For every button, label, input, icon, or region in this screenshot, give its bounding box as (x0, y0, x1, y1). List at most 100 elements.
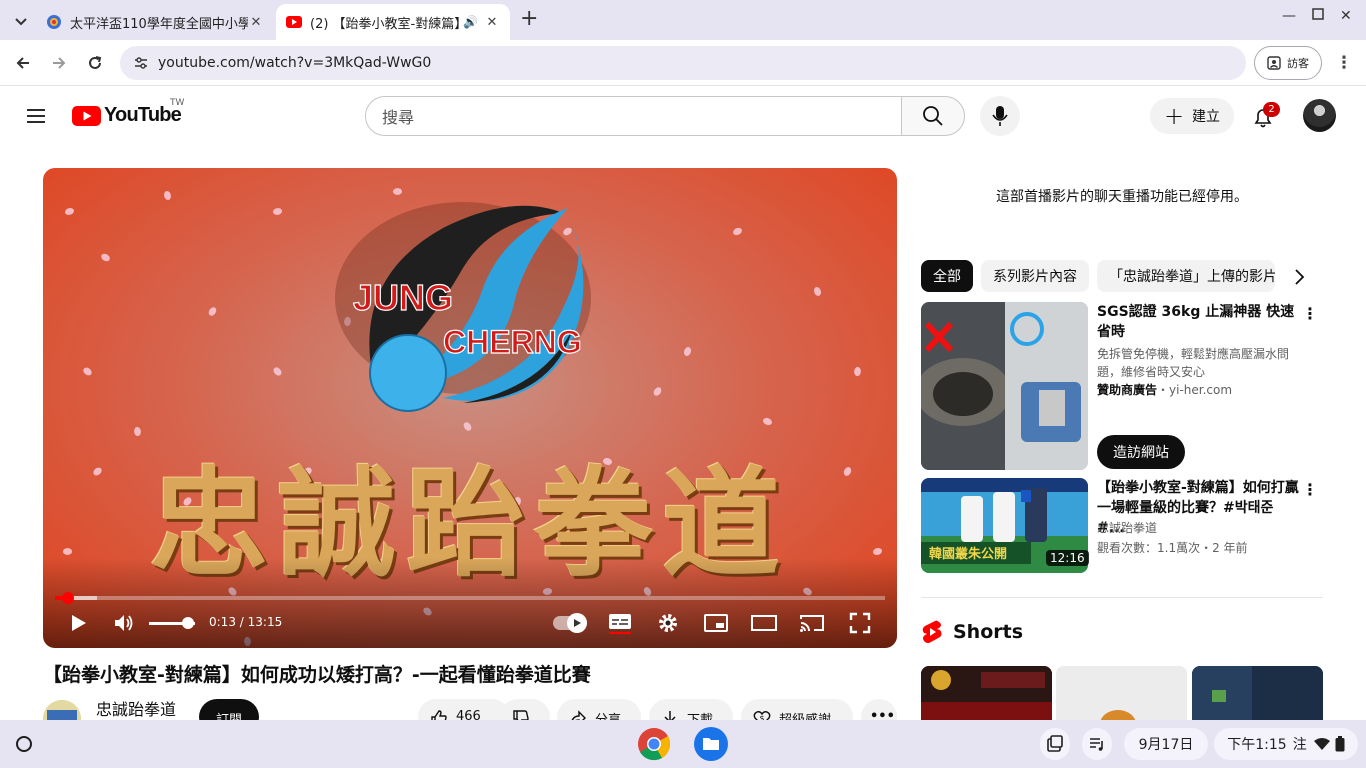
search-icon (923, 106, 943, 126)
play-button[interactable] (63, 608, 93, 638)
shorts-shelf-header: Shorts (921, 620, 1023, 644)
tab-site-favicon-icon (46, 14, 62, 30)
search-input[interactable]: 搜尋 (365, 96, 902, 136)
tab-inactive[interactable]: 太平洋盃110學年度全國中小學 ✕ (36, 4, 274, 40)
holding-space-icon (1047, 735, 1063, 752)
minimize-icon[interactable]: — (1282, 8, 1296, 24)
chat-replay-disabled-note: 這部首播影片的聊天重播功能已經停用。 (996, 189, 1248, 205)
cast-button[interactable] (797, 608, 827, 638)
launcher-circle-icon[interactable] (16, 736, 32, 752)
voice-search-button[interactable] (980, 96, 1020, 136)
forward-arrow-icon[interactable] (46, 50, 72, 76)
theater-mode-icon (751, 615, 777, 631)
petal-decoration (682, 345, 693, 358)
tab-active[interactable]: (2) 【跆拳小教室-對練篇】 🔊 ✕ (276, 4, 510, 40)
window-close-icon[interactable]: ✕ (1340, 8, 1352, 24)
volume-icon (115, 615, 133, 631)
petal-decoration (163, 190, 172, 201)
media-controls-button[interactable] (1082, 728, 1112, 760)
short-thumbnail-3[interactable] (1192, 666, 1323, 726)
related-video-channel[interactable]: 忠誠跆拳道 (1097, 519, 1303, 537)
petal-decoration (65, 208, 74, 215)
guest-profile-icon (1267, 56, 1281, 70)
petal-decoration (272, 365, 283, 378)
maximize-icon[interactable] (1312, 8, 1324, 24)
new-tab-plus-icon[interactable]: + (520, 8, 538, 30)
chevron-right-icon[interactable] (1288, 266, 1310, 288)
plus-icon: + (1163, 102, 1185, 130)
address-bar[interactable]: youtube.com/watch?v=3MkQad-WwG0 (120, 46, 1246, 80)
date-tray-button[interactable]: 9月17日 (1124, 728, 1208, 760)
tab-close-icon[interactable]: ✕ (484, 15, 500, 30)
ad-sponsor-line: 贊助商廣告・yi-her.com (1097, 383, 1233, 397)
subtitles-icon (609, 614, 631, 634)
total-duration: 13:15 (247, 615, 283, 629)
guest-label: 訪客 (1287, 57, 1309, 70)
section-divider (921, 597, 1323, 598)
guest-profile-button[interactable]: 訪客 (1254, 46, 1322, 80)
settings-button[interactable] (653, 608, 683, 638)
petal-decoration (206, 305, 219, 318)
reload-icon[interactable] (82, 50, 108, 76)
tab-audio-speaker-icon[interactable]: 🔊 (463, 15, 478, 29)
mute-button[interactable] (109, 608, 139, 638)
hamburger-menu-icon[interactable] (24, 104, 48, 128)
chrome-app-icon[interactable] (637, 727, 671, 761)
site-info-tune-icon[interactable] (134, 56, 148, 70)
short-thumbnail-1[interactable] (921, 666, 1052, 726)
sponsor-domain: yi-her.com (1169, 383, 1233, 397)
chip-channel-uploads[interactable]: 「忠誠跆拳道」上傳的影片 (1097, 260, 1275, 292)
video-title: 【跆拳小教室-對練篇】如何成功以矮打高？-一起看懂跆拳道比賽 (43, 664, 591, 686)
shorts-logo-icon (922, 620, 942, 643)
tab-title: (2) 【跆拳小教室-對練篇】 (310, 16, 464, 32)
media-queue-icon (1090, 738, 1103, 751)
files-app-icon[interactable] (694, 727, 728, 761)
ad-title[interactable]: SGS認證 36kg 止漏神器 快速省時 (1097, 302, 1303, 342)
theater-mode-button[interactable] (749, 608, 779, 638)
tab-close-icon[interactable]: ✕ (248, 15, 264, 30)
shelf-ime: 注 (1292, 737, 1307, 753)
autoplay-play-icon (574, 619, 581, 627)
youtube-favicon-icon (286, 14, 302, 30)
petal-decoration (813, 286, 822, 297)
gear-icon (659, 614, 677, 632)
volume-slider-handle[interactable] (182, 617, 195, 629)
channel-name[interactable]: 忠誠跆拳道 (96, 696, 176, 720)
browser-menu-icon[interactable]: ⋮ (1331, 50, 1357, 76)
fullscreen-icon (849, 612, 871, 634)
search-button[interactable] (901, 96, 965, 136)
holding-space-button[interactable] (1040, 728, 1070, 760)
browser-tab-strip: 太平洋盃110學年度全國中小學 ✕ (2) 【跆拳小教室-對練篇】 🔊 ✕ + … (0, 0, 1366, 40)
chip-all[interactable]: 全部 (921, 260, 973, 292)
ad-description: 免拆管免停機，輕鬆對應高壓漏水問題，維修省時又安心 (1097, 347, 1290, 379)
related-video-duration: 12:16 (1046, 550, 1089, 566)
visit-site-button[interactable]: 造訪網站 (1097, 435, 1185, 469)
tab-search-chevron-icon[interactable] (12, 12, 30, 30)
chip-series[interactable]: 系列影片內容 (981, 260, 1089, 292)
ad-more-menu-icon[interactable]: ⋮ (1302, 304, 1318, 324)
current-time: 0:13 (209, 615, 236, 629)
related-thumb-caption: 韓國叢朱公開 (929, 546, 1007, 562)
battery-icon (1335, 736, 1345, 752)
autoplay-toggle-knob[interactable] (567, 613, 587, 633)
account-avatar[interactable] (1303, 99, 1336, 132)
progress-bar[interactable] (55, 592, 885, 604)
status-tray-button[interactable]: 下午1:15 注 (1214, 728, 1358, 760)
youtube-logo[interactable]: YouTube TW (72, 98, 184, 127)
back-arrow-icon[interactable] (10, 50, 36, 76)
short-thumbnail-2[interactable] (1056, 666, 1187, 726)
fullscreen-button[interactable] (845, 608, 875, 638)
create-button[interactable]: + 建立 (1150, 98, 1234, 134)
youtube-play-logo-icon (72, 105, 101, 126)
miniplayer-button[interactable] (701, 608, 731, 638)
ad-thumbnail[interactable] (921, 302, 1088, 470)
video-player[interactable]: JUNG CHERNG 忠誠跆拳道 0:13 / 13:15 (43, 168, 897, 648)
sponsor-label: 贊助商廣告 (1097, 383, 1158, 397)
petal-decoration (761, 415, 774, 428)
shelf-time: 下午1:15 (1227, 737, 1287, 753)
shorts-label: Shorts (953, 621, 1024, 643)
related-more-menu-icon[interactable]: ⋮ (1302, 480, 1318, 500)
logo-text-cherng: CHERNG (443, 324, 582, 360)
petal-decoration (82, 365, 93, 378)
subtitles-button[interactable] (605, 608, 635, 638)
